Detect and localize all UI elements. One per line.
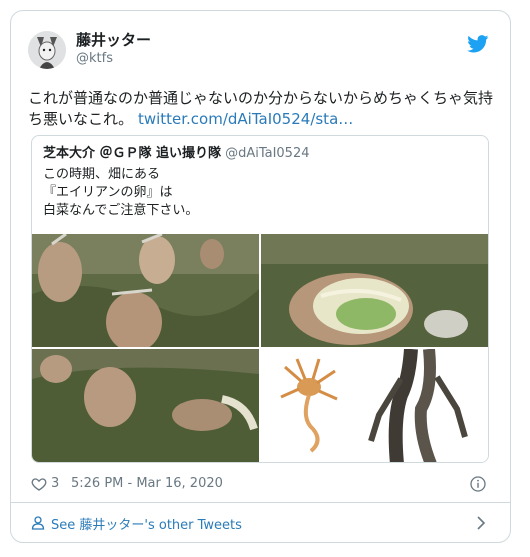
twitter-bird-icon[interactable]: [467, 35, 489, 53]
quoted-line: この時期、畑にある: [43, 167, 161, 182]
tweet-meta: 3 5:26 PM - Mar 16, 2020: [31, 472, 490, 496]
tweet-header: 藤井ッター @ktfs: [28, 31, 493, 73]
avatar[interactable]: [28, 31, 66, 69]
quoted-line: 『エイリアンの卵』は: [43, 185, 173, 200]
quoted-header: 芝本大介 ＠ＧＰ隊 追い撮り隊 @dAiTaI0524: [43, 145, 310, 163]
media-photo[interactable]: [32, 234, 259, 347]
tweet-link[interactable]: twitter.com/dAiTaI0524/sta…: [138, 110, 353, 128]
info-icon[interactable]: [470, 476, 486, 492]
see-other-tweets-link[interactable]: See 藤井ッター's other Tweets: [31, 511, 490, 535]
heart-icon[interactable]: [31, 476, 47, 492]
quoted-display-name: 芝本大介 ＠ＧＰ隊 追い撮り隊: [43, 146, 222, 161]
quoted-media-grid: [32, 234, 488, 462]
tweet-text: これが普通なのか普通じゃないのか分からないからめちゃくちゃ気持ち悪いなこれ。 t…: [28, 88, 498, 130]
tweet-card: 藤井ッター @ktfs これが普通なのか普通じゃないのか分からないからめちゃくち…: [10, 10, 511, 543]
chevron-right-icon[interactable]: [476, 516, 486, 530]
media-photo[interactable]: [261, 349, 488, 462]
media-photo[interactable]: [261, 234, 488, 347]
quoted-tweet[interactable]: 芝本大介 ＠ＧＰ隊 追い撮り隊 @dAiTaI0524 この時期、畑にある 『エイ…: [31, 135, 489, 463]
quoted-line: 白菜なんでご注意下さい。: [43, 203, 199, 218]
quoted-text: この時期、畑にある 『エイリアンの卵』は 白菜なんでご注意下さい。: [43, 166, 198, 220]
see-other-tweets-label[interactable]: See 藤井ッター's other Tweets: [51, 514, 242, 533]
user-handle[interactable]: @ktfs: [76, 50, 151, 68]
author-names[interactable]: 藤井ッター @ktfs: [76, 31, 151, 68]
display-name[interactable]: 藤井ッター: [76, 31, 151, 50]
quoted-handle: @dAiTaI0524: [225, 146, 310, 161]
media-photo[interactable]: [32, 349, 259, 462]
like-action[interactable]: 3: [31, 472, 59, 496]
like-count: 3: [51, 476, 60, 491]
person-icon: [31, 516, 45, 530]
tweet-timestamp[interactable]: 5:26 PM - Mar 16, 2020: [71, 472, 223, 496]
divider: [11, 502, 510, 503]
